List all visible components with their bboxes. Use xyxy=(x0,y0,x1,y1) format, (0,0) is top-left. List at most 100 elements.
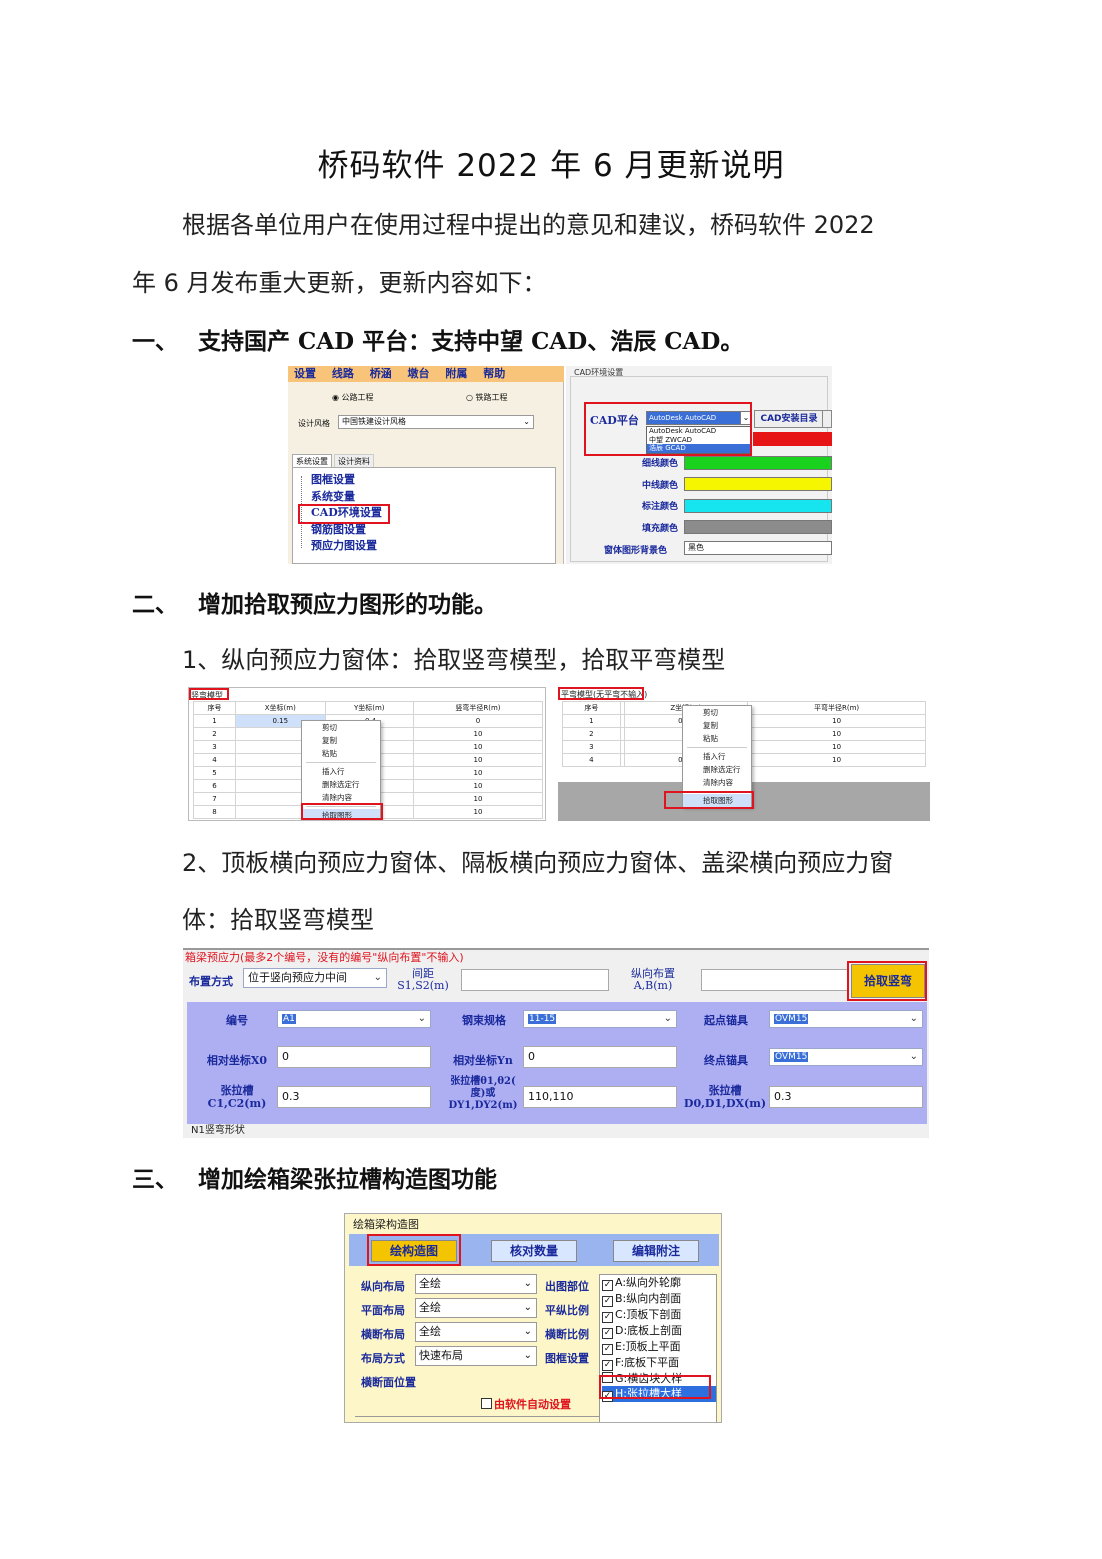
highlight-box xyxy=(664,791,754,809)
checkbox-icon: ✓ xyxy=(602,1296,613,1307)
start-anchor-select[interactable]: OVM15 ⌄ xyxy=(769,1010,923,1028)
table-cell[interactable]: 6 xyxy=(193,779,236,793)
tab-design[interactable]: 设计资料 xyxy=(334,454,374,467)
table-cell[interactable]: 10 xyxy=(747,727,926,741)
check-quantity-button[interactable]: 核对数量 xyxy=(491,1240,577,1262)
table-cell[interactable]: 5 xyxy=(193,766,236,780)
layout-select[interactable]: 位于竖向预应力中间 ⌄ xyxy=(243,968,387,988)
end-anchor-select[interactable]: OVM15 ⌄ xyxy=(769,1048,923,1066)
intro-line-1: 根据各单位用户在使用过程中提出的意见和建议，桥码软件 2022 xyxy=(182,211,875,239)
x0-input[interactable]: 0 xyxy=(277,1046,431,1068)
start-anchor-label: 起点锚具 xyxy=(704,1014,748,1027)
row-select[interactable]: 全绘 ⌄ xyxy=(415,1298,537,1318)
menu-item-copy[interactable]: 复制 xyxy=(683,719,751,732)
table-cell[interactable]: 8 xyxy=(193,805,236,819)
table-cell[interactable]: 7 xyxy=(193,792,236,806)
bg-color-select[interactable]: 黑色 xyxy=(684,541,832,555)
table-cell[interactable]: 10 xyxy=(412,766,544,780)
part-checkbox[interactable]: ✓ F:底板下平面 xyxy=(602,1355,716,1371)
strand-label: 钢束规格 xyxy=(462,1014,506,1027)
row-select[interactable]: 快速布局 ⌄ xyxy=(415,1346,537,1366)
table-cell[interactable]: 10 xyxy=(412,792,544,806)
row-right-label: 出图部位 xyxy=(545,1280,589,1293)
menu-item-help[interactable]: 帮助 xyxy=(483,367,505,380)
color-swatch-mid[interactable] xyxy=(684,477,832,491)
table-cell[interactable]: 10 xyxy=(412,779,544,793)
part-checkbox[interactable]: ✓ D:底板上剖面 xyxy=(602,1323,716,1339)
tab-system[interactable]: 系统设置 xyxy=(292,454,332,467)
column-header: 平弯半径R(m) xyxy=(747,701,926,715)
tree-item-frame[interactable]: 图框设置 xyxy=(311,472,382,489)
theta-input[interactable]: 110,110 xyxy=(523,1086,677,1108)
column-header: Y坐标(m) xyxy=(324,701,414,715)
menu-item-accessory[interactable]: 附属 xyxy=(445,367,467,380)
menu-item-cut[interactable]: 剪切 xyxy=(302,721,380,734)
color-swatch-dim[interactable] xyxy=(684,499,832,513)
section-title: 增加拾取预应力图形的功能。 xyxy=(198,591,497,618)
table-cell[interactable]: 1 xyxy=(562,714,621,728)
edit-notes-button[interactable]: 编辑附注 xyxy=(613,1240,699,1262)
d-input[interactable]: 0.3 xyxy=(769,1086,923,1108)
table-cell[interactable]: 4 xyxy=(562,753,621,767)
chevron-down-icon: ⌄ xyxy=(523,417,530,426)
arrangement-input[interactable] xyxy=(701,969,849,991)
table-cell[interactable]: 10 xyxy=(412,805,544,819)
table-cell[interactable]: 2 xyxy=(562,727,621,741)
auto-set-checkbox[interactable]: 由软件自动设置 xyxy=(481,1396,571,1412)
table-cell[interactable]: 10 xyxy=(412,727,544,741)
overflow-button[interactable] xyxy=(822,410,832,428)
table-cell[interactable]: 10 xyxy=(412,740,544,754)
menu-item-clear[interactable]: 清除内容 xyxy=(683,776,751,789)
color-swatch-thin[interactable] xyxy=(684,456,832,470)
color-swatch-fill[interactable] xyxy=(684,520,832,534)
menu-item-delete-rows[interactable]: 删除选定行 xyxy=(683,763,751,776)
screenshot-vertical-model: 竖弯模型 序号 X坐标(m) Y坐标(m) 竖弯半径R(m) 10.15-0.4… xyxy=(188,687,546,821)
item-2-line-2: 体：拾取竖弯模型 xyxy=(182,906,374,934)
table-cell[interactable]: 3 xyxy=(562,740,621,754)
radio-road[interactable]: ◉ 公路工程 xyxy=(332,392,374,403)
section-number: 二、 xyxy=(132,591,178,618)
highlight-box xyxy=(367,1234,461,1266)
menu-item-cut[interactable]: 剪切 xyxy=(683,706,751,719)
tree-item-variables[interactable]: 系统变量 xyxy=(311,489,382,506)
row-select[interactable]: 全绘 ⌄ xyxy=(415,1322,537,1342)
screenshot-horizontal-model: 平弯模型(无平弯不输入) 序号 Z坐标(m) 平弯半径R(m) 10.25102… xyxy=(558,687,930,821)
menu-item-insert-row[interactable]: 插入行 xyxy=(683,750,751,763)
menu-item-paste[interactable]: 粘贴 xyxy=(683,732,751,745)
strand-select[interactable]: 11-15 ⌄ xyxy=(523,1010,677,1028)
style-select[interactable]: 中国铁建设计风格 ⌄ xyxy=(338,415,534,429)
part-checkbox[interactable]: ✓ E:顶板上平面 xyxy=(602,1339,716,1355)
table-cell[interactable]: 10 xyxy=(747,714,926,728)
cad-install-dir-button[interactable]: CAD安装目录 xyxy=(754,410,824,428)
menu-item-delete-rows[interactable]: 删除选定行 xyxy=(302,778,380,791)
table-cell[interactable]: 10 xyxy=(747,740,926,754)
menu-item-settings[interactable]: 设置 xyxy=(294,367,316,380)
table-cell[interactable]: 1 xyxy=(193,714,236,728)
c-input[interactable]: 0.3 xyxy=(277,1086,431,1108)
part-checkbox[interactable]: ✓ C:顶板下剖面 xyxy=(602,1307,716,1323)
chevron-down-icon: ⌄ xyxy=(663,1013,672,1024)
menu-item-paste[interactable]: 粘贴 xyxy=(302,747,380,760)
menu-item-insert-row[interactable]: 插入行 xyxy=(302,765,380,778)
table-cell[interactable]: 10 xyxy=(747,753,926,767)
yn-input[interactable]: 0 xyxy=(523,1046,677,1068)
table-cell[interactable]: 2 xyxy=(193,727,236,741)
row-select[interactable]: 全绘 ⌄ xyxy=(415,1274,537,1294)
table-cell[interactable]: 3 xyxy=(193,740,236,754)
spacing-input[interactable] xyxy=(461,969,609,991)
table-cell[interactable]: 4 xyxy=(193,753,236,767)
table-cell[interactable]: 0 xyxy=(412,714,544,728)
table-cell[interactable]: 10 xyxy=(412,753,544,767)
number-select[interactable]: A1 ⌄ xyxy=(277,1010,431,1028)
part-checkbox[interactable]: ✓ A:纵向外轮廓 xyxy=(602,1275,716,1291)
form-body: 编号 A1 ⌄ 钢束规格 11-15 ⌄ 起点锚具 OVM15 ⌄ 相对坐标X0 0 … xyxy=(187,1002,927,1124)
tree-item-prestress[interactable]: 预应力图设置 xyxy=(311,538,382,555)
menu-item-copy[interactable]: 复制 xyxy=(302,734,380,747)
color-label-dim: 标注颜色 xyxy=(641,502,678,512)
layout-row: 横断布局 全绘 ⌄ 横断比例 xyxy=(361,1322,601,1346)
menu-item-route[interactable]: 线路 xyxy=(332,367,354,380)
part-checkbox[interactable]: ✓ B:纵向内剖面 xyxy=(602,1291,716,1307)
radio-rail[interactable]: ○ 铁路工程 xyxy=(466,392,508,403)
menu-item-pier[interactable]: 墩台 xyxy=(408,367,430,380)
menu-item-bridge[interactable]: 桥涵 xyxy=(370,367,392,380)
